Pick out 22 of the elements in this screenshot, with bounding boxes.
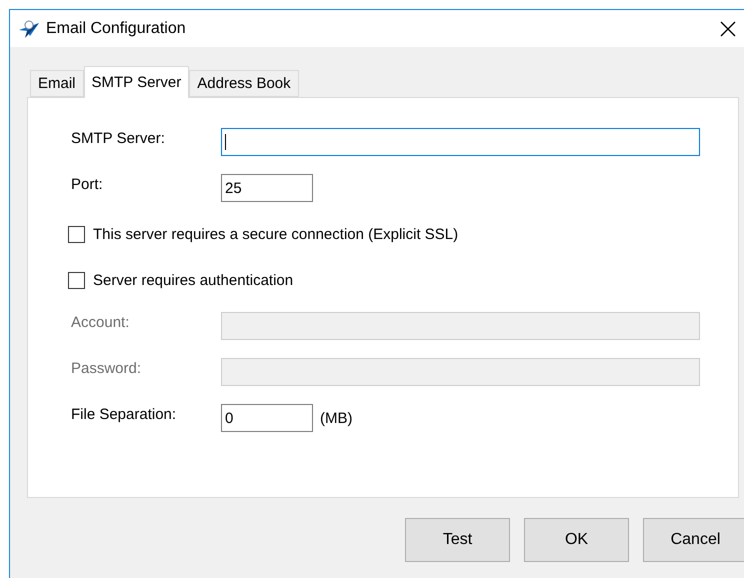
- field-label: Password:: [71, 360, 142, 376]
- dialog-button[interactable]: Cancel: [643, 518, 744, 562]
- window-title: Email Configuration: [46, 20, 187, 38]
- field-label: Account:: [71, 314, 130, 330]
- unit-label: (MB): [320, 410, 352, 426]
- dialog-button[interactable]: OK: [524, 518, 629, 562]
- paper-plane-icon: [18, 18, 40, 38]
- tab[interactable]: Address Book: [189, 70, 299, 97]
- tab[interactable]: Email: [30, 70, 84, 97]
- dialog-button[interactable]: Test: [405, 518, 510, 562]
- tab[interactable]: SMTP Server: [84, 66, 190, 98]
- close-icon[interactable]: [720, 20, 736, 36]
- input-field[interactable]: 0: [221, 404, 313, 432]
- checkbox[interactable]: [68, 226, 85, 242]
- input-field[interactable]: [221, 128, 700, 156]
- field-label: File Separation:: [71, 406, 178, 422]
- checkbox-label: Server requires authentication: [93, 272, 294, 288]
- input-field[interactable]: 25: [221, 174, 313, 202]
- field-label: SMTP Server:: [71, 130, 166, 146]
- checkbox-label: This server requires a secure connection (Explicit SSL): [93, 226, 458, 242]
- checkbox[interactable]: [68, 272, 85, 288]
- field-label: Port:: [71, 176, 104, 192]
